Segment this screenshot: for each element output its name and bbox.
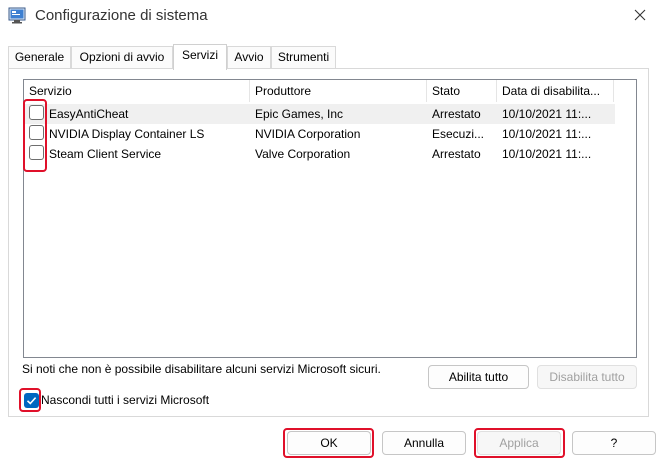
close-button[interactable] xyxy=(626,4,654,28)
title-bar: Configurazione di sistema xyxy=(0,0,658,34)
service-status: Arrestato xyxy=(432,147,481,161)
services-list[interactable]: Servizio Produttore Stato Data di disabi… xyxy=(23,79,637,358)
service-name: Steam Client Service xyxy=(49,147,162,161)
microsoft-services-note: Si noti che non è possibile disabilitare… xyxy=(22,362,381,376)
enable-all-button[interactable]: Abilita tutto xyxy=(428,365,529,389)
checkmark-icon xyxy=(24,393,39,408)
service-disable-date: 10/10/2021 11:... xyxy=(502,147,592,161)
list-header: Servizio Produttore Stato Data di disabi… xyxy=(24,80,636,102)
ok-button[interactable]: OK xyxy=(287,431,371,455)
system-config-icon xyxy=(8,7,26,24)
service-checkbox[interactable] xyxy=(29,105,44,120)
table-row[interactable]: NVIDIA Display Container LS NVIDIA Corpo… xyxy=(24,124,615,144)
tab-avvio[interactable]: Avvio xyxy=(227,46,271,68)
service-disable-date: 10/10/2021 11:... xyxy=(502,127,592,141)
table-row[interactable]: Steam Client Service Valve Corporation A… xyxy=(24,144,615,164)
close-icon xyxy=(634,9,646,24)
cancel-button[interactable]: Annulla xyxy=(382,431,466,455)
column-header-produttore[interactable]: Produttore xyxy=(250,80,426,102)
service-name: EasyAntiCheat xyxy=(49,107,129,121)
column-header-data-disabilitazione[interactable]: Data di disabilita... xyxy=(497,80,613,102)
service-name: NVIDIA Display Container LS xyxy=(49,127,205,141)
service-manufacturer: NVIDIA Corporation xyxy=(255,127,361,141)
tab-opzioni-di-avvio[interactable]: Opzioni di avvio xyxy=(71,46,173,68)
service-checkbox[interactable] xyxy=(29,145,44,160)
disable-all-button[interactable]: Disabilita tutto xyxy=(537,365,637,389)
service-status: Arrestato xyxy=(432,107,481,121)
window-title: Configurazione di sistema xyxy=(35,7,208,24)
tab-servizi[interactable]: Servizi xyxy=(173,44,227,70)
service-manufacturer: Valve Corporation xyxy=(255,147,351,161)
tab-generale[interactable]: Generale xyxy=(8,46,71,68)
help-button[interactable]: ? xyxy=(572,431,656,455)
apply-button[interactable]: Applica xyxy=(477,431,561,455)
table-row[interactable]: EasyAntiCheat Epic Games, Inc Arrestato … xyxy=(24,104,615,124)
hide-microsoft-checkbox[interactable] xyxy=(24,393,39,408)
column-header-servizio[interactable]: Servizio xyxy=(24,80,249,102)
service-status: Esecuzi... xyxy=(432,127,485,141)
service-checkbox[interactable] xyxy=(29,125,44,140)
hide-microsoft-label[interactable]: Nascondi tutti i servizi Microsoft xyxy=(41,393,209,407)
column-header-stato[interactable]: Stato xyxy=(427,80,496,102)
service-disable-date: 10/10/2021 11:... xyxy=(502,107,592,121)
tab-strumenti[interactable]: Strumenti xyxy=(271,46,336,68)
service-manufacturer: Epic Games, Inc xyxy=(255,107,344,121)
